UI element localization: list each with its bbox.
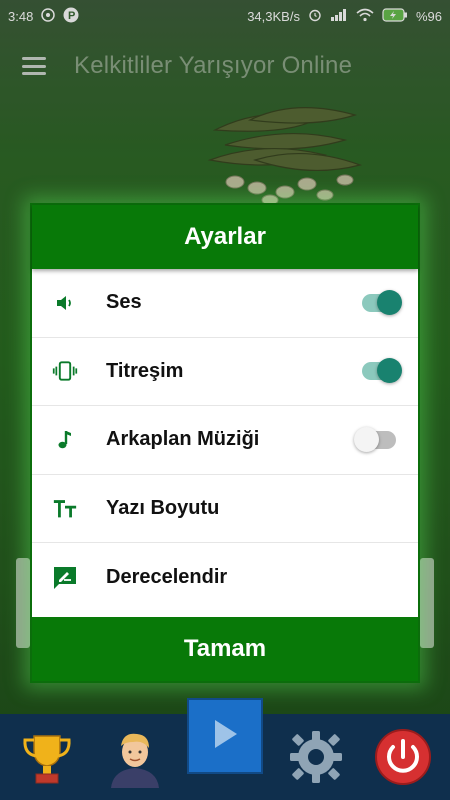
power-icon[interactable] bbox=[368, 722, 438, 792]
text-size-icon bbox=[52, 496, 78, 522]
setting-text-size[interactable]: Yazı Boyutu bbox=[32, 475, 418, 544]
ok-button[interactable]: Tamam bbox=[32, 617, 418, 681]
sound-toggle[interactable] bbox=[362, 289, 402, 315]
settings-dialog: Ayarlar Ses Titreşim Arkaplan Müziği Yaz… bbox=[30, 203, 420, 683]
settings-list: Ses Titreşim Arkaplan Müziği Yazı Boyutu bbox=[32, 269, 418, 617]
setting-background-music[interactable]: Arkaplan Müziği bbox=[32, 406, 418, 475]
trophy-icon[interactable] bbox=[12, 722, 82, 792]
setting-sound-label: Ses bbox=[106, 291, 142, 314]
setting-background-music-label: Arkaplan Müziği bbox=[106, 428, 260, 451]
speaker-icon bbox=[52, 290, 78, 316]
dialog-title: Ayarlar bbox=[32, 205, 418, 269]
music-note-icon bbox=[52, 427, 78, 453]
play-button[interactable] bbox=[187, 698, 263, 774]
play-icon bbox=[207, 714, 243, 759]
rate-icon bbox=[52, 565, 78, 591]
setting-rate[interactable]: Derecelendir bbox=[32, 543, 418, 612]
vibration-toggle[interactable] bbox=[362, 358, 402, 384]
profile-avatar-icon[interactable] bbox=[100, 722, 170, 792]
setting-vibration[interactable]: Titreşim bbox=[32, 338, 418, 407]
gear-icon[interactable] bbox=[281, 722, 351, 792]
background-music-toggle[interactable] bbox=[354, 426, 396, 452]
setting-rate-label: Derecelendir bbox=[106, 566, 228, 589]
setting-sound[interactable]: Ses bbox=[32, 269, 418, 338]
vibration-icon bbox=[52, 358, 78, 384]
setting-text-size-label: Yazı Boyutu bbox=[106, 497, 220, 520]
setting-vibration-label: Titreşim bbox=[106, 359, 184, 382]
